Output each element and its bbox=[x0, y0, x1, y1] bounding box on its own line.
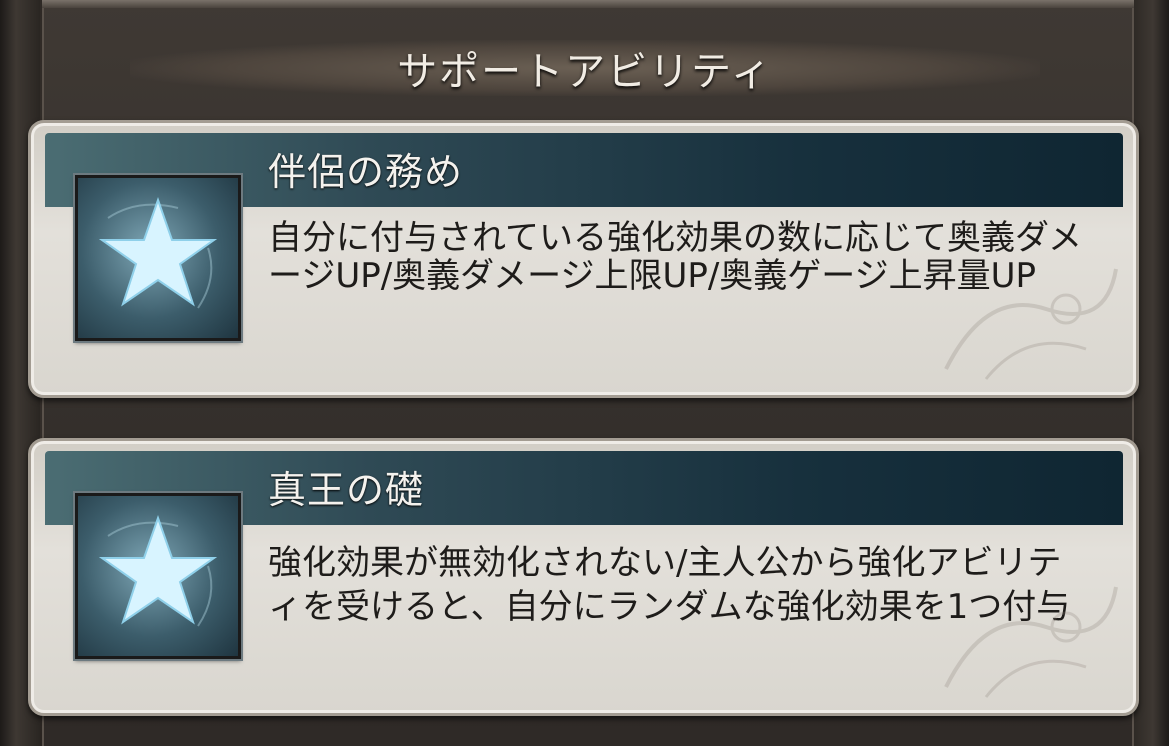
top-divider bbox=[42, 0, 1134, 8]
ability-name: 真王の礎 bbox=[268, 468, 425, 512]
ornament-decoration bbox=[944, 586, 1118, 698]
star-icon bbox=[75, 175, 241, 341]
star-icon bbox=[75, 493, 241, 659]
ability-card-1[interactable]: 伴侶の務め 自分に付与されている強化効果の数に応じて奥義ダメージUP/奥義ダメー… bbox=[28, 120, 1139, 398]
section-header: サポートアビリティ bbox=[130, 40, 1040, 96]
ornament-decoration bbox=[944, 268, 1118, 380]
section-title: サポートアビリティ bbox=[397, 49, 773, 95]
ability-name: 伴侶の務め bbox=[268, 150, 464, 194]
ability-card-2[interactable]: 真王の礎 強化効果が無効化されない/主人公から強化アビリティを受けると、自分にラ… bbox=[28, 438, 1139, 716]
